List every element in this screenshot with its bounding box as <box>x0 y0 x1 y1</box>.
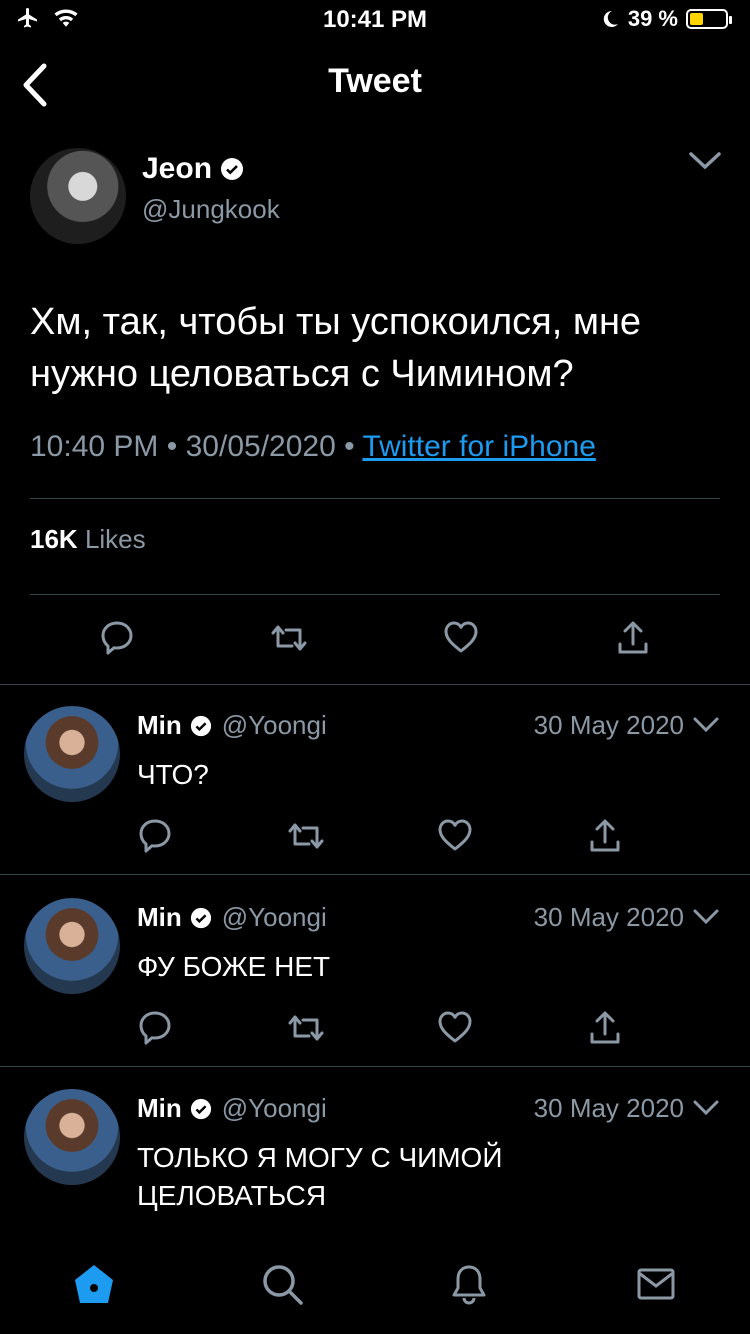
reply-header: Min @Yoongi <box>137 902 327 933</box>
divider <box>0 1066 750 1067</box>
reply-text: ТОЛЬКО Я МОГУ С ЧИМОЙ ЦЕЛОВАТЬСЯ <box>137 1142 503 1211</box>
retweet-icon[interactable] <box>270 622 308 654</box>
battery-icon <box>686 9 732 29</box>
meta-separator: • <box>344 430 355 463</box>
avatar[interactable] <box>24 898 120 994</box>
tweet-text: Хм, так, чтобы ты успокоился, мне нужно … <box>30 301 642 395</box>
avatar[interactable] <box>24 706 120 802</box>
reply-icon[interactable] <box>138 818 172 854</box>
battery-fill <box>690 13 704 25</box>
reply-date: 30 May 2020 <box>533 1093 684 1123</box>
like-icon[interactable] <box>437 1010 473 1044</box>
likes-label: Likes <box>84 524 146 554</box>
tweet-time: 10:40 PM <box>30 430 159 463</box>
reply-icon[interactable] <box>138 1010 172 1046</box>
reply-header: Min @Yoongi <box>137 1093 327 1124</box>
chevron-down-icon[interactable] <box>692 716 720 734</box>
divider <box>0 684 750 685</box>
reply-icon[interactable] <box>100 620 134 656</box>
retweet-icon[interactable] <box>287 820 325 852</box>
divider <box>30 594 720 595</box>
tweet-meta: 10:40 PM • 30/05/2020 • Twitter for iPho… <box>30 430 596 464</box>
messages-icon[interactable] <box>634 1262 678 1306</box>
verified-icon <box>190 1098 211 1119</box>
likes-number: 16K <box>30 524 78 554</box>
tweet-actions <box>0 618 750 662</box>
search-icon[interactable] <box>260 1262 304 1306</box>
avatar[interactable] <box>30 148 126 244</box>
home-icon[interactable] <box>72 1262 116 1306</box>
like-icon[interactable] <box>443 620 479 654</box>
status-bar: 10:41 PM 39 % <box>0 0 750 40</box>
reply-text: ЧТО? <box>137 759 209 790</box>
moon-icon <box>603 10 618 27</box>
reply-date: 30 May 2020 <box>533 710 684 740</box>
verified-icon <box>190 715 211 736</box>
tweet-source-link[interactable]: Twitter for iPhone <box>362 430 595 463</box>
reply-author-handle[interactable]: @Yoongi <box>222 902 327 933</box>
author-name-row: Jeon <box>142 152 244 186</box>
author-handle[interactable]: @Jungkook <box>142 194 280 225</box>
chevron-down-icon[interactable] <box>692 1099 720 1117</box>
retweet-icon[interactable] <box>287 1012 325 1044</box>
battery-percent: 39 % <box>627 6 678 31</box>
verified-icon <box>221 158 244 180</box>
status-right: 39 % <box>600 6 732 32</box>
notifications-icon[interactable] <box>447 1262 491 1306</box>
meta-separator: • <box>166 430 178 463</box>
share-icon[interactable] <box>588 1010 622 1046</box>
reply-author-handle[interactable]: @Yoongi <box>222 1093 327 1124</box>
divider <box>0 874 750 875</box>
reply-text: ФУ БОЖЕ НЕТ <box>137 951 331 982</box>
reply-date: 30 May 2020 <box>533 902 684 932</box>
divider <box>30 498 720 499</box>
page-title: Tweet <box>328 62 422 100</box>
reply-header: Min @Yoongi <box>137 710 327 741</box>
chevron-down-icon[interactable] <box>688 150 722 172</box>
chevron-down-icon[interactable] <box>692 908 720 926</box>
share-icon[interactable] <box>588 818 622 854</box>
avatar[interactable] <box>24 1089 120 1185</box>
verified-icon <box>190 907 211 928</box>
likes-count[interactable]: 16K Likes <box>30 524 146 555</box>
tweet-date: 30/05/2020 <box>185 430 336 463</box>
reply-author-name[interactable]: Min <box>137 710 182 741</box>
reply-author-name[interactable]: Min <box>137 902 182 933</box>
reply-author-name[interactable]: Min <box>137 1093 182 1124</box>
share-icon[interactable] <box>616 620 650 656</box>
like-icon[interactable] <box>437 818 473 852</box>
reply-author-handle[interactable]: @Yoongi <box>222 710 327 741</box>
author-name[interactable]: Jeon <box>142 152 212 186</box>
